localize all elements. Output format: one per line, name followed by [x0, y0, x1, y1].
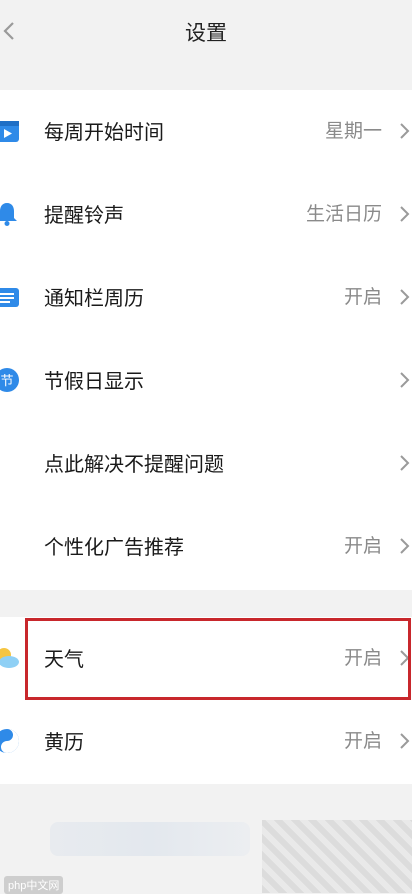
chevron-right-icon: [400, 733, 410, 749]
chevron-right-icon: [400, 650, 410, 666]
setting-label: 每周开始时间: [44, 120, 164, 144]
watermark: php中文网: [4, 876, 64, 894]
setting-value: 开启: [343, 647, 382, 669]
yin-yang-icon: [0, 729, 19, 753]
chevron-right-icon: [400, 289, 410, 305]
blurred-content: [50, 822, 250, 856]
chevron-right-icon: [400, 372, 410, 388]
top-bar: 设置: [0, 0, 412, 62]
chevron-right-icon: [400, 123, 410, 139]
settings-group-general: 每周开始时间 星期一 提醒铃声 生活日历 通知栏周历 开启 节 节假日显示 点此…: [0, 90, 412, 590]
setting-fix-reminder-issue[interactable]: 点此解决不提醒问题: [0, 422, 412, 505]
blurred-bottom-area: php中文网: [0, 784, 412, 894]
setting-label: 天气: [44, 647, 84, 671]
bell-icon: [0, 203, 17, 226]
setting-reminder-ringtone[interactable]: 提醒铃声 生活日历: [0, 173, 412, 256]
setting-label: 通知栏周历: [44, 286, 144, 310]
calendar-play-icon: [0, 121, 19, 142]
setting-label: 点此解决不提醒问题: [44, 452, 224, 476]
setting-value: 星期一: [324, 120, 382, 142]
holiday-badge-icon: 节: [0, 368, 19, 392]
setting-value: 生活日历: [305, 203, 382, 225]
notification-calendar-icon: [0, 288, 19, 307]
setting-personalized-ads[interactable]: 个性化广告推荐 开启: [0, 505, 412, 588]
setting-label: 黄历: [44, 730, 84, 754]
blurred-content: [262, 820, 412, 893]
settings-group-features: 天气 开启 黄历 开启: [0, 617, 412, 784]
setting-holiday-display[interactable]: 节 节假日显示: [0, 339, 412, 422]
weather-icon: [0, 648, 19, 668]
svg-text:节: 节: [0, 374, 13, 389]
setting-value: 开启: [343, 730, 382, 752]
setting-label: 提醒铃声: [44, 203, 124, 227]
setting-label: 个性化广告推荐: [44, 535, 184, 559]
setting-weather[interactable]: 天气 开启: [0, 617, 412, 700]
chevron-right-icon: [400, 206, 410, 222]
chevron-right-icon: [400, 455, 410, 471]
page-title: 设置: [185, 21, 227, 45]
setting-notification-week-calendar[interactable]: 通知栏周历 开启: [0, 256, 412, 339]
setting-label: 节假日显示: [44, 369, 144, 393]
setting-week-start[interactable]: 每周开始时间 星期一: [0, 90, 412, 173]
setting-value: 开启: [343, 535, 382, 557]
chevron-right-icon: [400, 538, 410, 554]
setting-almanac[interactable]: 黄历 开启: [0, 700, 412, 783]
setting-value: 开启: [343, 286, 382, 308]
